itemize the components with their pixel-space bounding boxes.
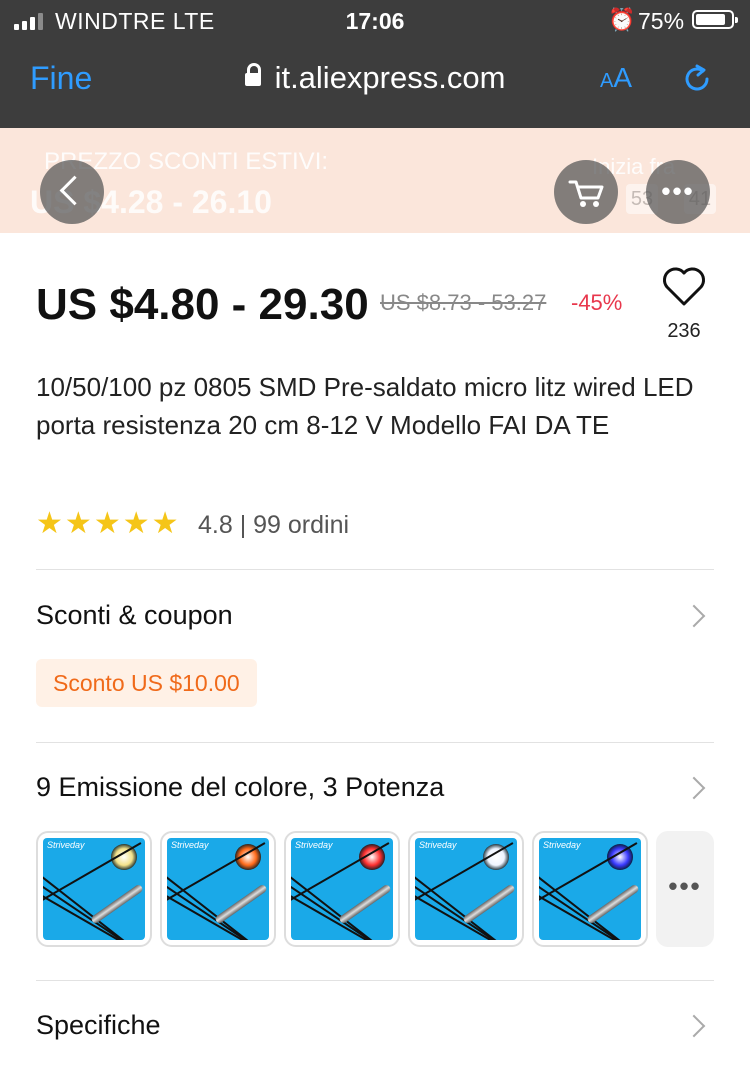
battery-percent: 75% — [638, 8, 685, 34]
coupon-chip[interactable]: Sconto US $10.00 — [36, 659, 257, 707]
divider — [36, 742, 714, 743]
lock-icon — [244, 63, 261, 86]
product-title: 10/50/100 pz 0805 SMD Pre-saldato micro … — [36, 372, 694, 440]
more-icon: ••• — [661, 176, 695, 206]
browser-top-bar: WINDTRE LTE 17:06 ⏰ 75% Fine it.aliexpre… — [0, 0, 750, 128]
star-icon: ★ — [64, 507, 92, 540]
text-size-button[interactable]: AA — [600, 62, 632, 94]
chevron-right-icon[interactable] — [682, 1014, 706, 1038]
specs-section-title[interactable]: Specifiche — [36, 1010, 161, 1041]
status-bar: WINDTRE LTE 17:06 ⏰ 75% — [0, 0, 750, 42]
star-icon: ★ — [151, 507, 179, 540]
reload-icon[interactable] — [680, 62, 714, 96]
star-icon: ★ — [122, 507, 150, 540]
divider — [36, 569, 714, 570]
variant-thumb[interactable]: Striveday — [408, 831, 524, 947]
chevron-left-icon — [59, 175, 90, 206]
browser-nav-row: Fine it.aliexpress.com AA — [0, 52, 750, 108]
back-button[interactable] — [40, 160, 104, 224]
star-icon: ★ — [93, 507, 121, 540]
chevron-right-icon[interactable] — [682, 776, 706, 800]
cart-button[interactable] — [554, 160, 618, 224]
variant-image: Striveday — [539, 838, 641, 940]
promo-banner: PREZZO SCONTI ESTIVI: US $4.28 - 26.10 I… — [0, 128, 750, 233]
variant-image: Striveday — [415, 838, 517, 940]
wishlist-heart-icon[interactable] — [660, 262, 708, 310]
alarm-icon: ⏰ — [608, 7, 636, 32]
wishlist-count: 236 — [667, 320, 701, 342]
star-icon: ★ — [36, 507, 63, 540]
more-variants-button[interactable]: ••• — [656, 831, 714, 947]
rating-summary[interactable]: 4.8 | 99 ordini — [198, 511, 349, 540]
variant-thumb[interactable]: Striveday — [284, 831, 400, 947]
variant-thumb[interactable]: Striveday — [532, 831, 648, 947]
variant-thumb[interactable]: Striveday — [160, 831, 276, 947]
variant-image: Striveday — [43, 838, 145, 940]
current-price: US $4.80 - 29.30 — [36, 280, 369, 329]
variants-section-title[interactable]: 9 Emissione del colore, 3 Potenza — [36, 772, 444, 803]
coupons-section-title[interactable]: Sconti & coupon — [36, 600, 233, 631]
chevron-right-icon[interactable] — [682, 604, 706, 628]
discount-badge: -45% — [571, 290, 623, 315]
variant-image: Striveday — [167, 838, 269, 940]
url-text: it.aliexpress.com — [274, 60, 506, 95]
original-price: US $8.73 - 53.27 — [380, 290, 547, 315]
variant-image: Striveday — [291, 838, 393, 940]
battery-icon — [692, 10, 738, 29]
divider — [36, 980, 714, 981]
address-bar[interactable]: it.aliexpress.com — [0, 60, 750, 96]
rating-stars: ★ ★ ★ ★ ★ — [36, 508, 179, 540]
cart-icon — [568, 180, 604, 207]
more-options-button[interactable]: ••• — [646, 160, 710, 224]
variant-thumb[interactable]: Striveday — [36, 831, 152, 947]
